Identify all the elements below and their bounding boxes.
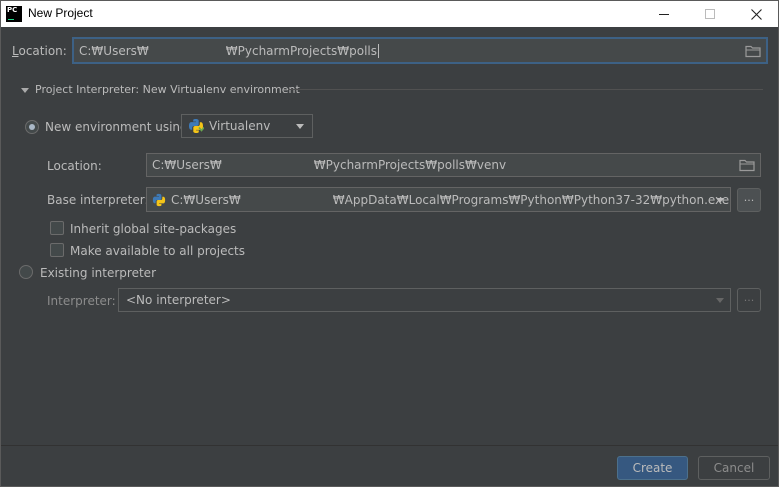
make-available-label: Make available to all projects [70,244,246,258]
base-interpreter-select[interactable]: C:₩Users₩ ₩AppData₩Local₩Programs₩Python… [146,187,731,212]
venv-location-end: ₩PycharmProjects₩polls₩venv [313,158,507,172]
chevron-down-icon [716,197,724,203]
interpreter-label: Interpreter: [47,294,116,308]
maximize-button[interactable] [687,1,733,27]
window-title: New Project [28,6,93,20]
existing-interpreter-label: Existing interpreter [40,266,156,280]
location-input[interactable]: C:₩Users₩ ₩PycharmProjects₩polls [72,37,768,64]
existing-interpreter-browse-button[interactable]: ... [737,288,761,312]
section-title: Project Interpreter: New Virtualenv envi… [35,83,300,96]
folder-icon[interactable] [739,159,755,172]
footer-divider [1,445,778,446]
venv-location-input[interactable]: C:₩Users₩ ₩PycharmProjects₩polls₩venv [146,153,761,177]
base-interpreter-browse-button[interactable]: ... [737,188,761,212]
new-environment-radio[interactable] [25,120,39,134]
environment-tool-value: Virtualenv [209,119,271,133]
interpreter-section-toggle[interactable]: Project Interpreter: New Virtualenv envi… [21,83,300,96]
folder-icon[interactable] [745,44,761,57]
close-button[interactable] [733,1,779,27]
title-bar: PC New Project [1,1,778,27]
existing-interpreter-radio[interactable] [19,265,33,279]
base-interpreter-label: Base interpreter: [47,193,149,207]
location-label: Location: [12,44,67,58]
chevron-down-icon [716,298,724,303]
base-interpreter-end: ₩AppData₩Local₩Programs₩Python₩Python37-… [332,192,730,207]
location-value-start: C:₩Users₩ [79,43,149,58]
inherit-site-packages-checkbox[interactable] [50,221,64,235]
new-project-dialog: PC New Project Location: C:₩Users₩ ₩Pych… [0,0,779,487]
cancel-button[interactable]: Cancel [698,456,770,480]
close-icon [750,8,762,20]
python-icon [152,193,166,206]
new-environment-label: New environment using [45,120,188,134]
inherit-site-packages-label: Inherit global site-packages [70,222,237,236]
location-value-end: ₩PycharmProjects₩polls [225,43,377,58]
python-icon [189,119,204,133]
chevron-down-icon [296,124,304,129]
section-divider [288,89,763,90]
environment-tool-select[interactable]: Virtualenv [181,114,313,138]
pycharm-logo-icon: PC [6,6,22,22]
minimize-icon [659,13,669,15]
base-interpreter-start: C:₩Users₩ [171,192,241,207]
minimize-button[interactable] [641,1,687,27]
existing-interpreter-value: <No interpreter> [126,293,231,307]
chevron-down-icon [21,87,29,93]
maximize-icon [705,9,715,19]
existing-interpreter-select[interactable]: <No interpreter> [118,288,731,312]
venv-location-label: Location: [47,159,102,173]
venv-location-start: C:₩Users₩ [152,158,222,172]
text-caret [378,43,379,58]
make-available-checkbox[interactable] [50,243,64,257]
create-button[interactable]: Create [617,456,688,480]
